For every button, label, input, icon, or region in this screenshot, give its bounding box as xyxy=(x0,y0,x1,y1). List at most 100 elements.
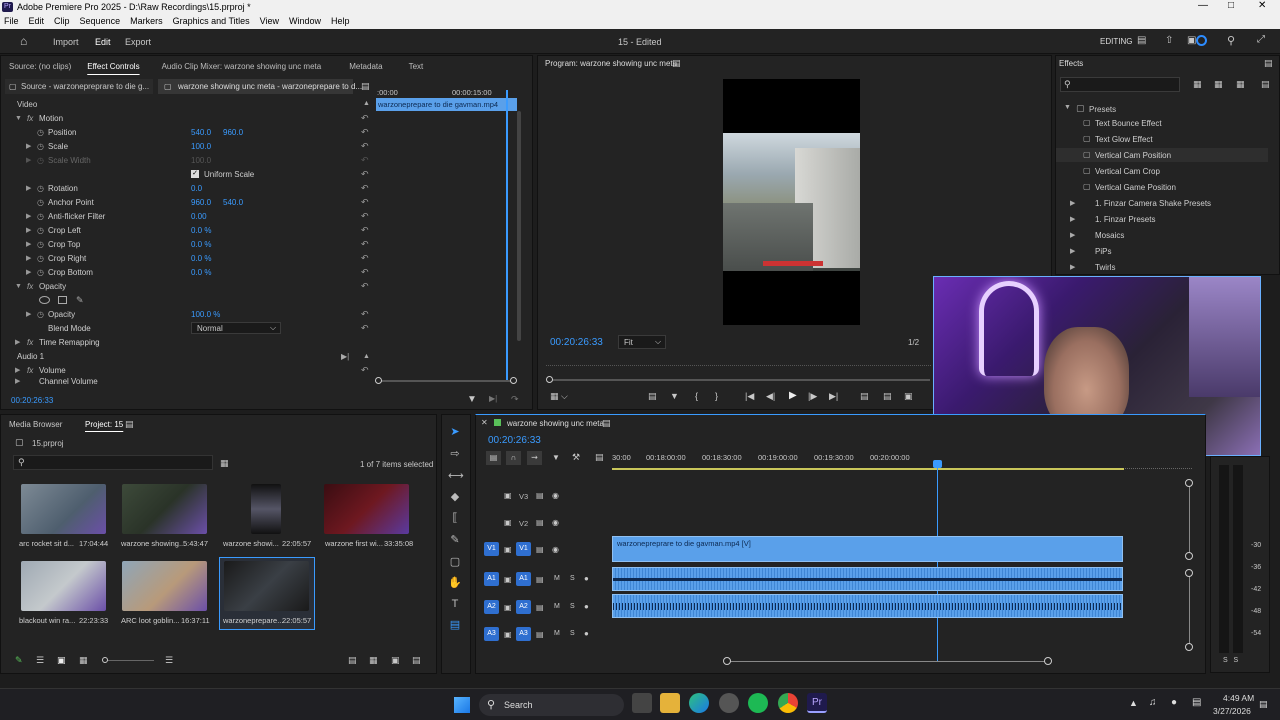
scroll-handle-top[interactable] xyxy=(1185,569,1193,577)
tab-import[interactable]: Import xyxy=(53,37,79,47)
folder-camera-shake[interactable]: 1. Finzar Camera Shake Presets xyxy=(1095,199,1211,208)
marker-icon[interactable]: ▼ xyxy=(670,391,679,401)
reset-icon[interactable]: ↶ xyxy=(361,323,370,333)
mic-icon[interactable]: ● xyxy=(1171,697,1177,708)
sync-icon[interactable]: ▤ xyxy=(536,575,544,584)
search-icon[interactable]: ⚲ xyxy=(1227,34,1235,47)
scroll-handle-top[interactable] xyxy=(1185,479,1193,487)
eye-icon[interactable]: ◉ xyxy=(552,491,559,500)
export-icon[interactable]: ↷ xyxy=(511,394,519,405)
tab-effect-controls[interactable]: Effect Controls xyxy=(79,62,147,71)
opacity-value[interactable]: 100.0 % xyxy=(191,310,220,319)
tab-export[interactable]: Export xyxy=(125,37,151,47)
presets-folder-label[interactable]: Presets xyxy=(1089,105,1116,114)
mic-icon[interactable]: ● xyxy=(584,629,589,638)
disclosure-icon[interactable]: ▶ xyxy=(26,184,31,192)
snap-icon[interactable]: ∩ xyxy=(506,451,521,465)
premiere-icon[interactable]: Pr xyxy=(807,693,827,713)
reset-icon[interactable]: ↶ xyxy=(361,211,370,221)
lift-icon[interactable]: ▤ xyxy=(648,391,657,402)
opacity-section-row[interactable]: ▼ fx Opacity ↶ xyxy=(1,279,373,293)
disclosure-icon[interactable]: ▼ xyxy=(1064,104,1071,111)
workspaces-icon[interactable]: ▤ xyxy=(1137,35,1146,46)
pen-tool-icon[interactable]: ✎ xyxy=(448,533,462,547)
automate-icon[interactable]: ▤ xyxy=(348,655,357,666)
scroll-handle-bottom[interactable] xyxy=(1185,552,1193,560)
reset-icon[interactable]: ↶ xyxy=(361,169,370,179)
sync-icon[interactable]: ▤ xyxy=(536,630,544,639)
zoom-handle-left[interactable] xyxy=(723,657,731,665)
reset-icon[interactable]: ↶ xyxy=(361,239,370,249)
extract-edit-icon[interactable]: ▤ xyxy=(883,391,892,402)
eye-icon[interactable]: ◉ xyxy=(552,545,559,554)
menu-view[interactable]: View xyxy=(260,16,279,29)
add-marker-icon[interactable]: ▼ xyxy=(552,453,560,462)
new-item-icon[interactable]: ▣ xyxy=(391,655,400,666)
sequence-clip-tab[interactable]: ▢ warzone showing unc meta - warzoneprep… xyxy=(158,79,362,94)
playhead-handle[interactable] xyxy=(933,460,942,468)
go-to-out-icon[interactable]: ▶| xyxy=(829,391,838,402)
share-icon[interactable]: ⇧ xyxy=(1165,35,1173,46)
razor-tool-icon[interactable]: ◆ xyxy=(448,490,462,504)
task-view-icon[interactable] xyxy=(632,693,652,713)
expand-icon[interactable]: ⤢ xyxy=(1257,34,1265,45)
menu-clip[interactable]: Clip xyxy=(54,16,70,29)
slip-tool-icon[interactable]: ⟦ xyxy=(448,511,462,525)
selection-tool-icon[interactable]: ➤ xyxy=(448,425,462,439)
stopwatch-icon[interactable]: ◷ xyxy=(37,212,44,221)
scale-value[interactable]: 100.0 xyxy=(191,142,211,151)
disclosure-icon[interactable]: ▶ xyxy=(26,212,31,220)
stopwatch-icon[interactable]: ◷ xyxy=(37,128,44,137)
preset-text-glow[interactable]: Text Glow Effect xyxy=(1095,135,1153,144)
tab-text[interactable]: Text xyxy=(391,62,432,71)
play-audio-icon[interactable]: ▶| xyxy=(341,352,349,361)
step-forward-icon[interactable]: |▶ xyxy=(808,391,817,402)
timeline-zoom-bar[interactable] xyxy=(723,657,1052,665)
disclosure-icon[interactable]: ▶ xyxy=(1070,247,1075,255)
disclosure-icon[interactable]: ▶ xyxy=(1070,215,1075,223)
zoom-handle-right[interactable] xyxy=(510,377,517,384)
list-view-icon[interactable]: ☰ xyxy=(36,655,44,666)
new-bin-icon[interactable]: ▦ xyxy=(1236,79,1245,90)
track-label-a1[interactable]: A1 xyxy=(516,572,531,586)
thumbnail-size-slider[interactable] xyxy=(102,657,154,663)
filter-icon[interactable]: ▼ xyxy=(467,394,477,405)
stopwatch-icon[interactable]: ◷ xyxy=(37,310,44,319)
type-tool-icon[interactable]: T xyxy=(448,597,462,611)
lock-icon[interactable]: ▣ xyxy=(504,575,512,584)
sequence-name[interactable]: warzone showing unc meta xyxy=(507,419,604,428)
solo-toggle[interactable]: S xyxy=(570,603,575,610)
icon-view-icon[interactable]: ▣ xyxy=(57,655,66,666)
track-select-tool-icon[interactable]: ⇨ xyxy=(448,447,462,461)
source-clip-tab[interactable]: ▢ Source - warzonepreprare to die g... xyxy=(5,79,153,94)
program-video-frame[interactable] xyxy=(723,79,860,325)
tab-source[interactable]: Source: (no clips) xyxy=(1,62,79,71)
project-search-input[interactable]: ⚲ xyxy=(13,455,213,470)
menu-help[interactable]: Help xyxy=(331,16,350,29)
sync-icon[interactable]: ▤ xyxy=(536,545,544,554)
scrub-handle[interactable] xyxy=(546,376,553,383)
mute-toggle[interactable]: M xyxy=(554,603,560,610)
captions-icon[interactable]: ▤ xyxy=(595,452,604,463)
clip-thumbnail[interactable] xyxy=(251,484,281,534)
pencil-icon[interactable]: ✎ xyxy=(15,655,23,666)
time-remap-row[interactable]: ▶ fx Time Remapping xyxy=(1,335,373,349)
stopwatch-icon[interactable]: ◷ xyxy=(37,240,44,249)
notification-icon[interactable]: ▤ xyxy=(1259,699,1268,710)
speaker-icon[interactable]: ♫ xyxy=(1149,697,1157,708)
mark-in-icon[interactable]: { xyxy=(695,391,698,401)
source-patch-a2[interactable]: A2 xyxy=(484,600,499,614)
clip-thumbnail[interactable] xyxy=(224,561,309,611)
resolution-value[interactable]: 1/2 xyxy=(908,338,919,347)
menu-sequence[interactable]: Sequence xyxy=(80,16,121,29)
reset-icon[interactable]: ↶ xyxy=(361,267,370,277)
disclosure-icon[interactable]: ▶ xyxy=(15,377,20,385)
crop-bottom-value[interactable]: 0.0 % xyxy=(191,268,211,277)
sync-icon[interactable]: ▤ xyxy=(536,491,544,500)
hand-tool-icon[interactable]: ✋ xyxy=(448,576,462,590)
crop-top-value[interactable]: 0.0 % xyxy=(191,240,211,249)
work-area-bar[interactable] xyxy=(612,468,1124,470)
menu-markers[interactable]: Markers xyxy=(130,16,163,29)
reset-icon[interactable]: ↶ xyxy=(361,183,370,193)
meter-solo-labels[interactable]: S S xyxy=(1223,657,1238,664)
